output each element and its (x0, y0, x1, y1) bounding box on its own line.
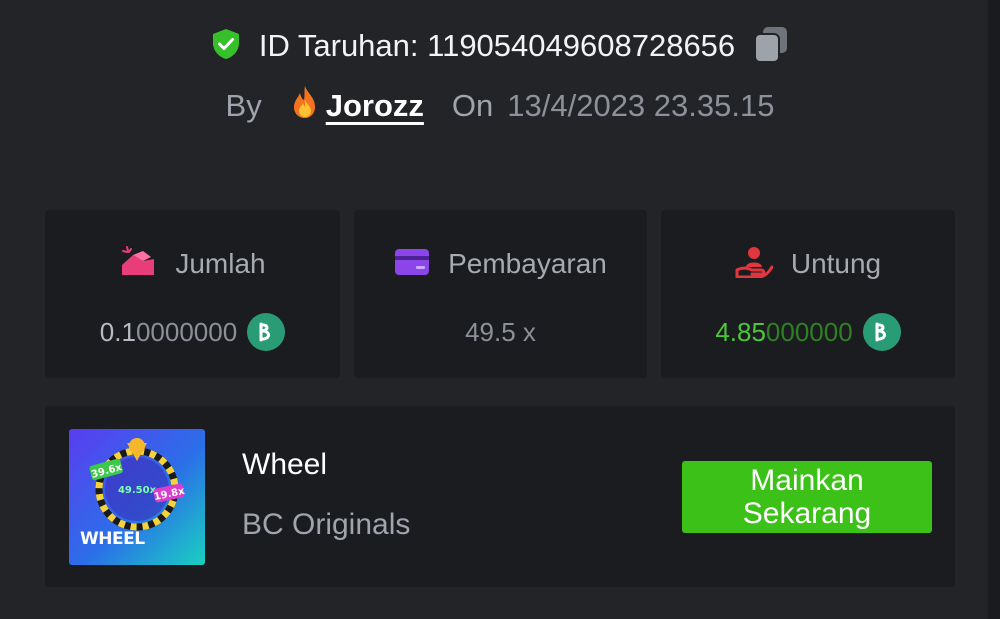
profit-value: 4.85000000 (661, 304, 955, 360)
game-provider: BC Originals (242, 508, 411, 541)
payout-card: Pembayaran 49.5 x (354, 210, 647, 378)
game-thumbnail[interactable]: 39.6x 49.50x 19.8x WHEEL (69, 429, 205, 565)
profit-hand-icon (735, 246, 774, 283)
bet-id-row: ID Taruhan: 119054049608728656 (0, 22, 1000, 70)
amount-value: 0.10000000 (45, 304, 340, 360)
username: Jorozz (325, 88, 424, 123)
play-now-button[interactable]: Mainkan Sekarang (682, 461, 932, 533)
game-card: 39.6x 49.50x 19.8x WHEEL Wheel BC Origin… (45, 406, 955, 587)
bet-id-text: ID Taruhan: 119054049608728656 (258, 28, 736, 63)
copy-icon[interactable] (751, 24, 791, 69)
bet-date: 13/4/2023 23.35.15 (507, 88, 775, 123)
amount-card: Jumlah 0.10000000 (45, 210, 340, 378)
payout-value: 49.5 x (465, 316, 536, 347)
fire-icon (290, 85, 320, 127)
on-label: On (451, 88, 494, 123)
game-name[interactable]: Wheel (242, 448, 327, 482)
card-payment-icon (394, 247, 430, 282)
bc-coin-icon (247, 313, 286, 351)
thumb-title: WHEEL (80, 529, 145, 549)
verified-shield-icon (209, 27, 243, 66)
payout-label: Pembayaran (448, 248, 607, 279)
thumb-badge-center: 49.50x (118, 485, 157, 496)
username-link[interactable]: Jorozz (290, 85, 424, 127)
bet-meta-row: By Jorozz On 13/4/2023 23.35.15 (0, 82, 1000, 130)
bet-amount-icon (119, 245, 157, 284)
bc-coin-icon (862, 313, 901, 351)
by-label: By (225, 88, 262, 123)
profit-card: Untung 4.85000000 (661, 210, 955, 378)
profit-label: Untung (790, 248, 882, 279)
amount-label: Jumlah (175, 248, 266, 279)
